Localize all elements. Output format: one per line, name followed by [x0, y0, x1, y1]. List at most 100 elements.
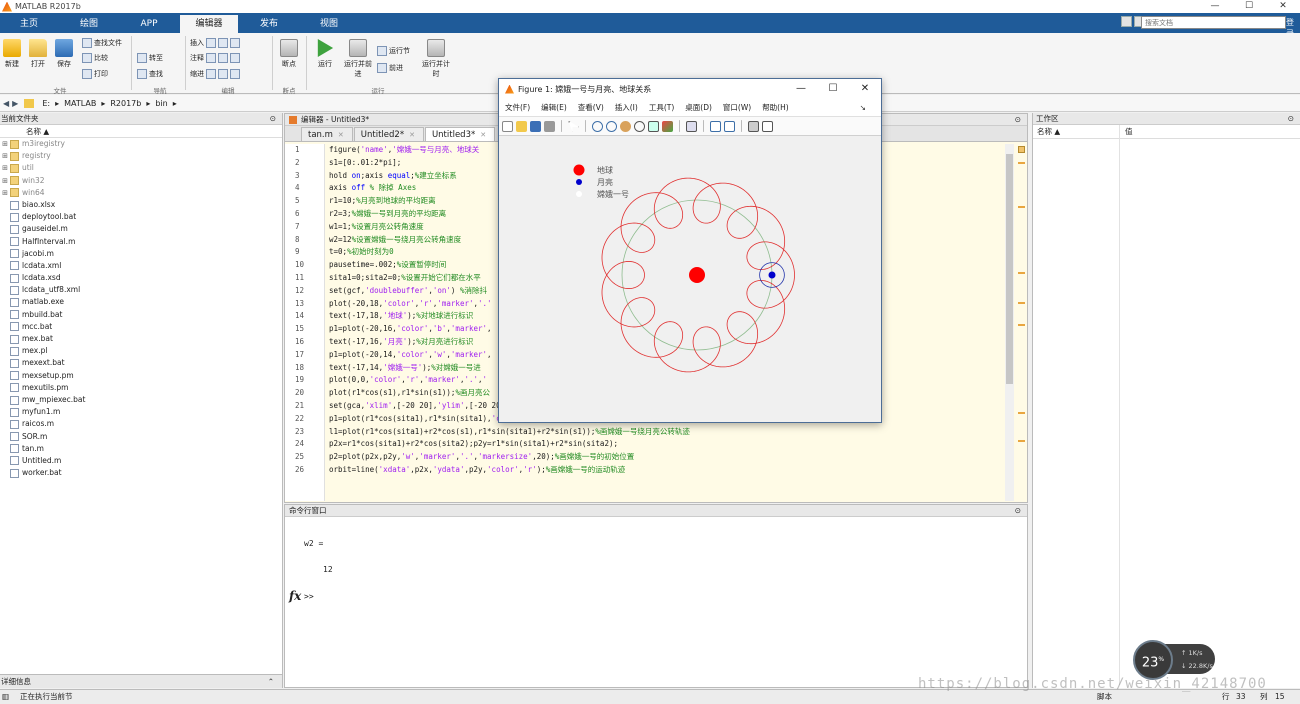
insert-legend-icon[interactable] — [724, 120, 735, 132]
file-list-item[interactable]: mex.bat — [0, 333, 282, 345]
edit-plot-icon[interactable] — [568, 120, 579, 132]
orbit-plot[interactable]: 地球月亮嫦娥一号 — [499, 137, 881, 422]
column-header-value[interactable]: 值 — [1125, 125, 1133, 139]
insert-button[interactable]: 插入 — [190, 38, 240, 48]
command-window-panel[interactable]: 命令行窗口 ⊙ w2 = 12 fx >> — [284, 504, 1028, 688]
show-plot-tools-icon[interactable] — [762, 120, 773, 132]
column-divider[interactable] — [1119, 125, 1120, 685]
panel-menu-icon[interactable]: ⊙ — [1015, 114, 1021, 126]
link-plot-icon[interactable] — [686, 120, 697, 132]
menu-insert[interactable]: 插入(I) — [615, 102, 638, 113]
file-list-item[interactable]: mbuild.bat — [0, 309, 282, 321]
compare-button[interactable]: 比较 — [82, 53, 108, 63]
print-figure-icon[interactable] — [544, 120, 555, 132]
close-button[interactable]: ✕ — [1266, 0, 1300, 13]
details-panel-header[interactable]: 详细信息 ⌃ — [0, 674, 282, 688]
open-file-icon[interactable] — [516, 120, 527, 132]
forward-button[interactable]: ▶ — [12, 99, 18, 108]
warning-mark[interactable] — [1018, 272, 1025, 274]
zoom-in-icon[interactable] — [592, 120, 603, 132]
command-prompt[interactable]: >> — [304, 592, 314, 601]
column-header-name[interactable]: 名称 ▲ — [1037, 125, 1060, 139]
file-list-item[interactable]: mw_mpiexec.bat — [0, 394, 282, 406]
hide-plot-tools-icon[interactable] — [748, 120, 759, 132]
back-button[interactable]: ◀ — [3, 99, 9, 108]
expand-icon[interactable]: ⊞ — [0, 175, 10, 187]
menu-edit[interactable]: 编辑(E) — [541, 102, 567, 113]
file-list-item[interactable]: Untitled.m — [0, 455, 282, 467]
vertical-scrollbar[interactable] — [1005, 144, 1014, 501]
file-list-item[interactable]: ⊞ util — [0, 162, 282, 174]
file-list-item[interactable]: mcc.bat — [0, 321, 282, 333]
breadcrumb-item[interactable]: E: — [42, 99, 50, 108]
expand-icon[interactable]: ⊞ — [0, 187, 10, 199]
panel-menu-icon[interactable]: ⊙ — [270, 113, 276, 125]
tab-plots[interactable]: 绘图 — [60, 15, 118, 33]
comment-button[interactable]: 注释 — [190, 53, 240, 63]
fx-icon[interactable]: fx — [289, 589, 301, 603]
file-list-item[interactable]: mexext.bat — [0, 357, 282, 369]
menu-file[interactable]: 文件(F) — [505, 102, 530, 113]
editor-tab[interactable]: tan.m ✕ — [301, 127, 353, 141]
warning-indicator-icon[interactable] — [1018, 146, 1025, 153]
panel-menu-icon[interactable]: ⊙ — [1015, 505, 1021, 517]
find-button[interactable]: 查找 — [137, 69, 163, 79]
file-list-item[interactable]: myfun1.m — [0, 406, 282, 418]
menu-overflow-icon[interactable]: ↘ — [860, 103, 866, 112]
file-list-item[interactable]: ⊞ win32 — [0, 175, 282, 187]
file-list-item[interactable]: gauseidel.m — [0, 223, 282, 235]
find-files-button[interactable]: 查找文件 — [82, 38, 122, 48]
file-list-item[interactable]: ⊞ registry — [0, 150, 282, 162]
network-speed-widget[interactable]: 23% ↑ 1K/s ↓ 22.8K/s — [1133, 640, 1215, 680]
layout-icon[interactable] — [1121, 16, 1132, 27]
breakpoints-button[interactable]: 断点 — [278, 39, 300, 69]
expand-icon[interactable]: ⊞ — [0, 162, 10, 174]
advance-button[interactable]: 前进 — [377, 63, 403, 73]
breadcrumb-item[interactable]: bin — [155, 99, 167, 108]
tab-publish[interactable]: 发布 — [240, 15, 298, 33]
tab-apps[interactable]: APP — [120, 15, 178, 33]
rotate-3d-icon[interactable] — [634, 120, 645, 132]
file-list-item[interactable]: SOR.m — [0, 431, 282, 443]
search-docs-input[interactable]: 搜索文档 — [1141, 16, 1286, 29]
minimize-button[interactable]: — — [1198, 0, 1232, 13]
run-section-button[interactable]: 运行节 — [377, 46, 410, 56]
close-tab-icon[interactable]: ✕ — [480, 131, 486, 139]
open-button[interactable]: 打开 — [27, 39, 49, 69]
expand-icon[interactable]: ⊞ — [0, 150, 10, 162]
save-figure-icon[interactable] — [530, 120, 541, 132]
warning-mark[interactable] — [1018, 324, 1025, 326]
file-list-item[interactable]: raicos.m — [0, 418, 282, 430]
run-advance-button[interactable]: 运行并前进 — [344, 39, 372, 79]
breadcrumb-item[interactable]: MATLAB — [64, 99, 96, 108]
menu-view[interactable]: 查看(V) — [578, 102, 604, 113]
figure-minimize-button[interactable]: — — [785, 79, 817, 99]
print-button[interactable]: 打印 — [82, 69, 108, 79]
run-button[interactable]: 运行 — [312, 39, 338, 69]
tab-home[interactable]: 主页 — [0, 15, 58, 33]
save-button[interactable]: 保存 — [53, 39, 75, 69]
menu-help[interactable]: 帮助(H) — [762, 102, 789, 113]
warning-mark[interactable] — [1018, 440, 1025, 442]
insert-colorbar-icon[interactable] — [710, 120, 721, 132]
chevron-up-icon[interactable]: ⌃ — [268, 675, 274, 689]
editor-tab[interactable]: Untitled2* ✕ — [353, 127, 424, 141]
panel-menu-icon[interactable]: ⊙ — [1288, 113, 1294, 125]
brush-icon[interactable] — [662, 120, 673, 132]
file-list-item[interactable]: mexutils.pm — [0, 382, 282, 394]
file-list-item[interactable]: mex.pl — [0, 345, 282, 357]
tab-editor[interactable]: 编辑器 — [180, 15, 238, 33]
file-list-item[interactable]: HalfInterval.m — [0, 236, 282, 248]
file-list-item[interactable]: lcdata.xml — [0, 260, 282, 272]
file-list-item[interactable]: worker.bat — [0, 467, 282, 479]
close-tab-icon[interactable]: ✕ — [338, 131, 344, 139]
warning-mark[interactable] — [1018, 162, 1025, 164]
expand-icon[interactable]: ⊞ — [0, 138, 10, 150]
code-line[interactable]: l1=plot(r1*cos(sita1)+r2*cos(s1),r1*sin(… — [329, 426, 1001, 439]
figure-canvas[interactable]: 地球 月亮 嫦娥一号 — [499, 137, 881, 422]
warning-mark[interactable] — [1018, 412, 1025, 414]
warning-mark[interactable] — [1018, 206, 1025, 208]
tab-view[interactable]: 视图 — [300, 15, 358, 33]
file-list-item[interactable]: tan.m — [0, 443, 282, 455]
maximize-button[interactable]: ☐ — [1232, 0, 1266, 13]
